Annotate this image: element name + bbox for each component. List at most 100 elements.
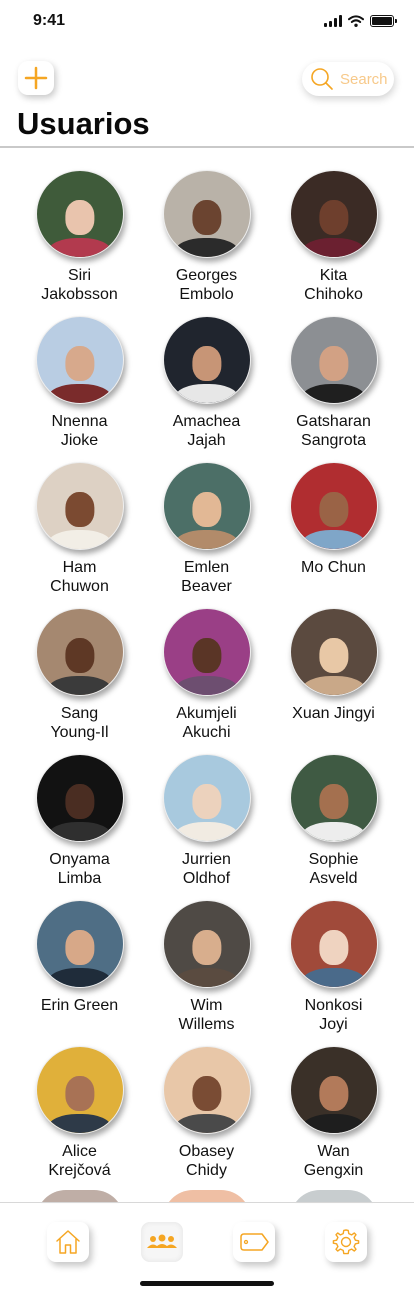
- user-card[interactable]: Onyama Limba: [16, 754, 143, 900]
- avatar[interactable]: [289, 462, 378, 550]
- user-card[interactable]: Georges Embolo: [143, 170, 270, 316]
- settings-icon: [332, 1229, 360, 1255]
- avatar[interactable]: [35, 316, 124, 404]
- avatar-body: [47, 676, 112, 695]
- user-name: Kita Chihoko: [304, 267, 363, 303]
- user-card[interactable]: Wan Gengxin: [270, 1046, 397, 1192]
- user-name: Nnenna Jioke: [51, 413, 108, 449]
- avatar[interactable]: [35, 170, 124, 258]
- search-button[interactable]: Search: [302, 62, 394, 96]
- user-card[interactable]: Obasey Chidy: [143, 1046, 270, 1192]
- avatar[interactable]: [35, 1046, 124, 1134]
- avatar-body: [301, 968, 366, 987]
- user-card[interactable]: Wim Willems: [143, 900, 270, 1046]
- user-card[interactable]: Sophie Asveld: [270, 754, 397, 900]
- avatar-face: [191, 930, 222, 965]
- avatar-face: [64, 784, 95, 819]
- page-title: Usuarios: [17, 106, 150, 141]
- avatar[interactable]: [289, 1046, 378, 1134]
- avatar[interactable]: [162, 462, 251, 550]
- avatar[interactable]: [162, 608, 251, 696]
- user-card[interactable]: Jurrien Oldhof: [143, 754, 270, 900]
- avatar-face: [191, 492, 222, 527]
- avatar-body: [47, 384, 112, 403]
- user-card[interactable]: Mo Chun: [270, 462, 397, 608]
- avatar-face: [191, 784, 222, 819]
- user-card[interactable]: Xuan Jingyi: [270, 608, 397, 754]
- tab-users[interactable]: [141, 1222, 183, 1262]
- tab-home[interactable]: [47, 1222, 89, 1262]
- avatar-body: [301, 530, 366, 549]
- home-indicator: [140, 1281, 274, 1286]
- avatar-body: [174, 530, 239, 549]
- cellular-signal-icon: [324, 15, 342, 27]
- avatar[interactable]: [162, 900, 251, 988]
- avatar-face: [318, 1076, 349, 1111]
- avatar-body: [301, 822, 366, 841]
- user-card[interactable]: Akumjeli Akuchi: [143, 608, 270, 754]
- avatar[interactable]: [289, 754, 378, 842]
- avatar[interactable]: [35, 900, 124, 988]
- avatar-body: [47, 968, 112, 987]
- user-name: Gatsharan Sangrota: [296, 413, 371, 449]
- avatar-face: [64, 1076, 95, 1111]
- status-bar: 9:41: [0, 0, 414, 44]
- user-name: Wim Willems: [178, 997, 235, 1033]
- user-card[interactable]: Alice Krejčová: [16, 1046, 143, 1192]
- avatar[interactable]: [162, 316, 251, 404]
- user-card[interactable]: Sang Young-Il: [16, 608, 143, 754]
- search-icon: [311, 68, 333, 90]
- avatar[interactable]: [35, 754, 124, 842]
- avatar-face: [318, 930, 349, 965]
- avatar-body: [301, 384, 366, 403]
- avatar[interactable]: [289, 900, 378, 988]
- user-card[interactable]: Amachea Jajah: [143, 316, 270, 462]
- avatar-face: [318, 200, 349, 235]
- avatar-face: [191, 638, 222, 673]
- add-user-button[interactable]: [18, 61, 54, 95]
- avatar-body: [174, 822, 239, 841]
- avatar-face: [64, 930, 95, 965]
- avatar-body: [47, 238, 112, 257]
- avatar-face: [64, 638, 95, 673]
- user-name: Emlen Beaver: [181, 559, 232, 595]
- tag-icon: [240, 1233, 269, 1251]
- user-card[interactable]: Nnenna Jioke: [16, 316, 143, 462]
- user-name: Akumjeli Akuchi: [176, 705, 237, 741]
- user-name: Amachea Jajah: [172, 413, 241, 449]
- avatar-face: [318, 492, 349, 527]
- tab-settings[interactable]: [325, 1222, 367, 1262]
- avatar[interactable]: [162, 170, 251, 258]
- avatar-body: [301, 1114, 366, 1133]
- avatar[interactable]: [289, 170, 378, 258]
- status-icons: [324, 15, 397, 27]
- avatar-face: [64, 200, 95, 235]
- user-card[interactable]: Siri Jakobsson: [16, 170, 143, 316]
- plus-icon: [24, 66, 48, 90]
- user-card[interactable]: Gatsharan Sangrota: [270, 316, 397, 462]
- avatar[interactable]: [289, 608, 378, 696]
- avatar[interactable]: [289, 316, 378, 404]
- user-card[interactable]: Emlen Beaver: [143, 462, 270, 608]
- avatar-body: [301, 676, 366, 695]
- title-divider: [0, 146, 414, 148]
- user-card[interactable]: Nonkosi Joyi: [270, 900, 397, 1046]
- status-time: 9:41: [33, 12, 66, 29]
- user-name: Nonkosi Joyi: [304, 997, 363, 1033]
- user-name: Georges Embolo: [175, 267, 238, 303]
- avatar[interactable]: [162, 754, 251, 842]
- user-name: Siri Jakobsson: [41, 267, 118, 303]
- avatar-body: [174, 384, 239, 403]
- tab-tags[interactable]: [233, 1222, 275, 1262]
- avatar[interactable]: [35, 608, 124, 696]
- avatar[interactable]: [35, 462, 124, 550]
- avatar-body: [174, 238, 239, 257]
- users-grid: Siri Jakobsson Georges Embolo Kita Chihoko Nne…: [16, 170, 398, 1192]
- avatar-face: [318, 784, 349, 819]
- user-card[interactable]: Erin Green: [16, 900, 143, 1046]
- user-card[interactable]: Kita Chihoko: [270, 170, 397, 316]
- avatar-face: [191, 200, 222, 235]
- user-card[interactable]: Ham Chuwon: [16, 462, 143, 608]
- user-name: Erin Green: [40, 997, 119, 1014]
- avatar[interactable]: [162, 1046, 251, 1134]
